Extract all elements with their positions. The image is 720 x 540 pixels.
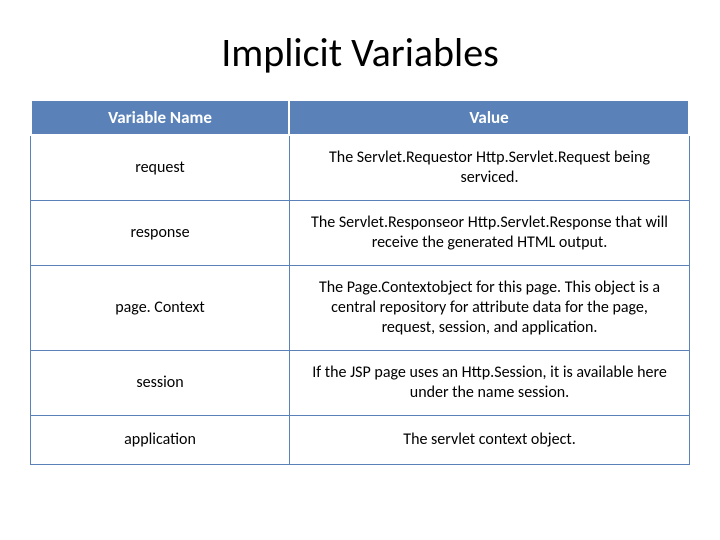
table-row: page. Context The Page.Contextobject for… bbox=[30, 266, 690, 351]
table-row: application The servlet context object. bbox=[30, 416, 690, 465]
cell-variable-name: session bbox=[30, 351, 290, 416]
cell-text: request bbox=[135, 158, 185, 177]
cell-value: The servlet context object. bbox=[290, 416, 690, 465]
cell-text: If the JSP page uses an Http.Session, it… bbox=[312, 363, 667, 402]
cell-variable-name: application bbox=[30, 416, 290, 465]
cell-text: page. Context bbox=[115, 298, 205, 317]
slide: Implicit Variables Variable Name Value r… bbox=[0, 0, 720, 540]
col-header-text: Value bbox=[469, 107, 508, 128]
cell-text: The Page.Contextobject for this page. Th… bbox=[319, 278, 660, 337]
cell-text: session bbox=[136, 373, 183, 392]
cell-variable-name: response bbox=[30, 201, 290, 266]
cell-value: The Servlet.Responseor Http.Servlet.Resp… bbox=[290, 201, 690, 266]
table-row: request The Servlet.Requestor Http.Servl… bbox=[30, 136, 690, 201]
cell-text: The servlet context object. bbox=[403, 430, 575, 449]
col-header-value: Value bbox=[290, 99, 690, 136]
cell-value: The Servlet.Requestor Http.Servlet.Reque… bbox=[290, 136, 690, 201]
col-header-text: Variable Name bbox=[108, 107, 212, 128]
cell-value: If the JSP page uses an Http.Session, it… bbox=[290, 351, 690, 416]
cell-text: The Servlet.Responseor Http.Servlet.Resp… bbox=[311, 213, 668, 252]
cell-variable-name: request bbox=[30, 136, 290, 201]
cell-text: The Servlet.Requestor Http.Servlet.Reque… bbox=[329, 148, 650, 187]
col-header-variable-name: Variable Name bbox=[30, 99, 290, 136]
cell-variable-name: page. Context bbox=[30, 266, 290, 351]
cell-text: application bbox=[124, 430, 196, 449]
table-row: session If the JSP page uses an Http.Ses… bbox=[30, 351, 690, 416]
cell-value: The Page.Contextobject for this page. Th… bbox=[290, 266, 690, 351]
cell-text: response bbox=[130, 223, 189, 242]
variables-table: Variable Name Value request The Servlet.… bbox=[30, 99, 690, 465]
table-header-row: Variable Name Value bbox=[30, 99, 690, 136]
page-title: Implicit Variables bbox=[0, 28, 720, 77]
table-row: response The Servlet.Responseor Http.Ser… bbox=[30, 201, 690, 266]
